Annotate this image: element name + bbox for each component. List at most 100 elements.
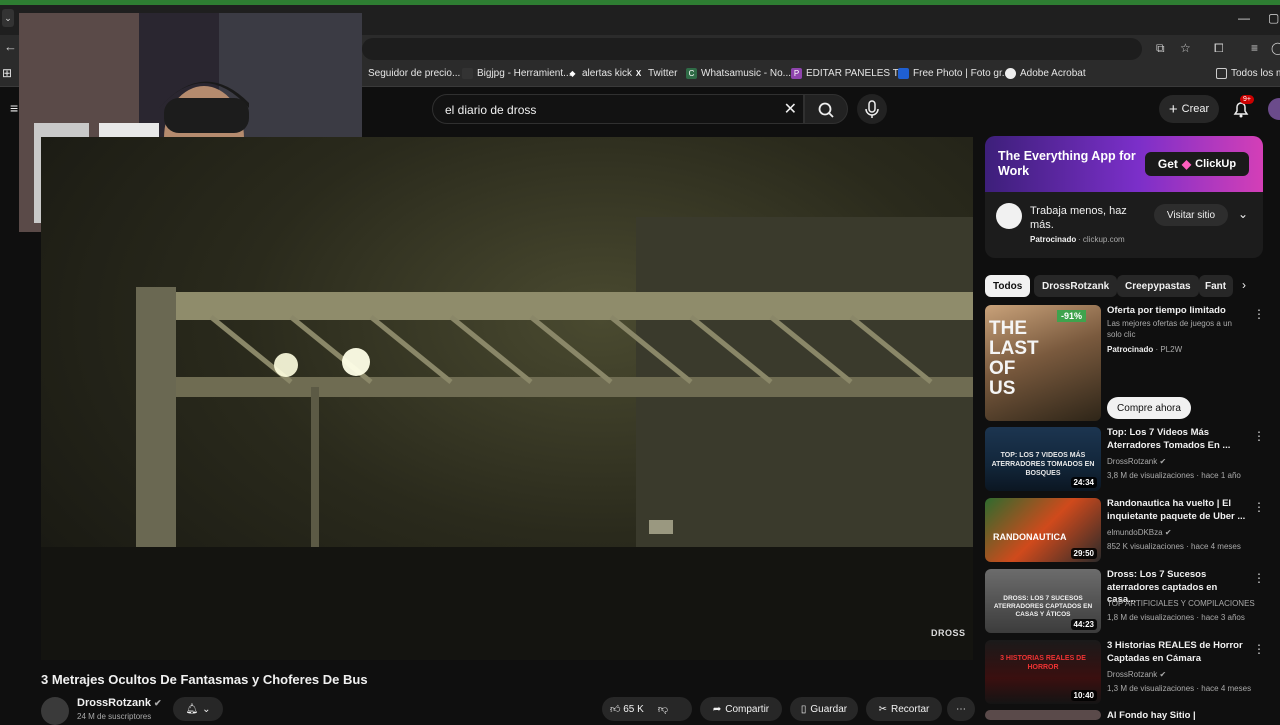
p-icon: P [791,68,802,79]
channel-name[interactable]: DrossRotzank ✔ [77,697,162,709]
clickup-logo-icon: ◆ [1181,157,1192,171]
more-options-icon[interactable]: ⋮ [1253,571,1265,585]
recommendation-meta: 852 K visualizaciones · hace 4 meses [1107,542,1241,551]
ad-banner[interactable]: The Everything App for Work Get ◆ ClickUp [985,136,1263,192]
install-app-icon[interactable]: ⧉ [1156,41,1165,56]
recommendation-meta: 1,8 M de visualizaciones · hace 3 años [1107,613,1245,622]
recommendation-thumbnail[interactable]: TOP: LOS 7 VIDEOS MÁS ATERRADORES TOMADO… [985,427,1101,491]
chip-all[interactable]: Todos [985,275,1031,297]
recommendation-title[interactable]: Oferta por tiempo limitado [1107,305,1247,318]
ad-card[interactable]: The Everything App for Work Get ◆ ClickUp … [985,136,1263,258]
recommendation-item[interactable]: 3 HISTORIAS REALES DE HORROR 10:40 3 His… [985,640,1280,704]
extensions-puzzle-icon[interactable]: ⧠ [1214,41,1224,56]
recommendation-title[interactable]: Top: Los 7 Videos Más Aterradores Tomado… [1107,427,1247,452]
advertiser-logo [996,203,1022,229]
voice-search-button[interactable] [857,94,887,124]
more-options-icon[interactable]: ⋮ [1253,429,1265,443]
ad-banner-text: The Everything App for Work [998,149,1136,178]
chevron-down-icon: ⌄ [202,703,211,715]
more-options-icon[interactable]: ⋮ [1253,500,1265,514]
bookmark-item[interactable]: Seguidor de precio... [368,68,460,79]
address-bar[interactable] [362,38,1142,60]
bookmark-item[interactable]: Adobe Acrobat [1005,68,1086,79]
more-options-icon[interactable]: ⋮ [1253,307,1265,321]
recommendation-thumbnail[interactable]: THE LAST OF US -91% [985,305,1101,421]
verified-check-icon: ✔ [1159,457,1167,466]
video-duration: 24:34 [1070,477,1097,488]
recommendation-item[interactable]: Al Fondo hay Sitio | Temporada [985,710,1280,720]
more-options-icon[interactable]: ⋮ [1253,642,1265,656]
sponsored-recommendation[interactable]: THE LAST OF US -91% Oferta por tiempo li… [985,305,1280,423]
recommendation-meta: 3,8 M de visualizaciones · hace 1 año [1107,471,1241,480]
search-icon [818,102,834,118]
microphone-icon [865,100,879,118]
back-arrow-icon[interactable]: ← [4,39,17,54]
recommendation-thumbnail[interactable]: 3 HISTORIAS REALES DE HORROR 10:40 [985,640,1101,704]
bookmark-item[interactable]: ◆ alertas kick [567,68,632,79]
recommendation-thumbnail[interactable]: DROSS: LOS 7 SUCESOS ATERRADORES CAPTADO… [985,569,1101,633]
save-button[interactable]: ▯ Guardar [790,697,858,721]
recommendation-title[interactable]: 3 Historias REALES de Horror Captadas en… [1107,640,1247,665]
create-button[interactable]: + Crear [1159,95,1219,123]
recommendation-channel[interactable]: DrossRotzank ✔ [1107,457,1166,466]
bookmark-item[interactable]: Free Photo | Foto gr... [898,68,1010,79]
profile-icon[interactable]: ◯ [1271,41,1280,55]
recommendation-sponsored: Patrocinado · PL2W [1107,345,1183,354]
ad-domain: · clickup.com [1078,235,1125,244]
bookmark-item[interactable]: P EDITAR PANELES T... [791,68,906,79]
chip-creepypastas[interactable]: Creepypastas [1117,275,1199,297]
chip-fantasy[interactable]: Fant [1199,275,1233,297]
chevron-down-icon[interactable]: ⌄ [1238,207,1248,221]
maximize-icon[interactable]: ▢ [1268,11,1279,25]
video-player[interactable]: DROSS [41,137,973,660]
search-box[interactable]: el diario de dross ✕ [432,94,804,124]
recommendation-subtitle: Las mejores ofertas de juegos a un solo … [1107,319,1232,339]
recommendation-thumbnail[interactable] [985,710,1101,720]
bookmark-item[interactable]: X Twitter [633,68,678,79]
clip-button[interactable]: ✂ Recortar [866,697,942,721]
search-input[interactable]: el diario de dross [445,103,536,117]
bookmark-item[interactable]: Bigjpg - Herramient... [462,68,571,79]
recommendation-title[interactable]: Al Fondo hay Sitio | Temporada [1107,710,1247,720]
discount-badge: -91% [1057,310,1087,322]
freepik-icon [898,68,909,79]
recommendation-item[interactable]: DROSS: LOS 7 SUCESOS ATERRADORES CAPTADO… [985,569,1280,633]
bookmark-item[interactable]: C Whatsamusic - No... [686,68,791,79]
recommendation-title[interactable]: Randonautica ha vuelto | El inquietante … [1107,498,1247,523]
recommendation-item[interactable]: TOP: LOS 7 VIDEOS MÁS ATERRADORES TOMADO… [985,427,1280,491]
plus-icon: + [1168,100,1178,118]
minimize-icon[interactable]: — [1238,11,1250,25]
ad-cta-button[interactable]: Get ◆ ClickUp [1145,152,1249,176]
recommendation-channel[interactable]: elmundoDKBza ✔ [1107,528,1172,537]
channel-avatar[interactable] [41,697,69,725]
recommendation-channel[interactable]: TOP ARTIFICIALES Y COMPILACIONES [1107,599,1255,608]
buy-now-button[interactable]: Compre ahora [1107,397,1191,419]
share-button[interactable]: ➦ Compartir [700,697,782,721]
video-frame [41,217,973,660]
tab-search-chevron-icon[interactable]: ⌄ [2,9,14,27]
chip-drossrotzank[interactable]: DrossRotzank [1034,275,1118,297]
video-title: 3 Metrajes Ocultos De Fantasmas y Chofer… [41,672,368,687]
visit-site-button[interactable]: Visitar sitio [1154,204,1228,226]
bookmark-star-icon[interactable]: ☆ [1180,41,1191,55]
subscription-bell-button[interactable]: 🔔︎ ⌄ [173,697,223,721]
thumbs-down-icon[interactable]: 👎︎ [658,703,668,715]
recommendation-thumbnail[interactable]: RANDONAUTICA 29:50 [985,498,1101,562]
clear-search-icon[interactable]: ✕ [784,99,797,119]
more-actions-button[interactable]: ⋯ [947,697,975,721]
like-button[interactable]: 👍︎ 65 K [610,703,644,715]
media-controls-icon[interactable]: ≡ [1251,41,1258,55]
chevron-right-icon[interactable]: › [1242,278,1246,292]
account-avatar[interactable] [1268,98,1280,120]
notifications-button[interactable]: 9+ [1230,95,1254,120]
recommendation-item[interactable]: RANDONAUTICA 29:50 Randonautica ha vuelt… [985,498,1280,562]
all-bookmarks[interactable]: Todos los m [1216,68,1280,79]
apps-grid-icon[interactable]: ⊞ [2,66,12,80]
search-button[interactable] [804,94,848,124]
filter-chips: Todos DrossRotzank Creepypastas Fant › [985,275,1265,297]
thumbs-up-icon: 👍︎ [610,704,621,715]
menu-hamburger-icon[interactable]: ≡ [10,100,18,116]
share-arrow-icon: ➦ [712,703,722,715]
recommendation-channel[interactable]: DrossRotzank ✔ [1107,670,1166,679]
bell-icon: 🔔︎ [185,703,199,715]
